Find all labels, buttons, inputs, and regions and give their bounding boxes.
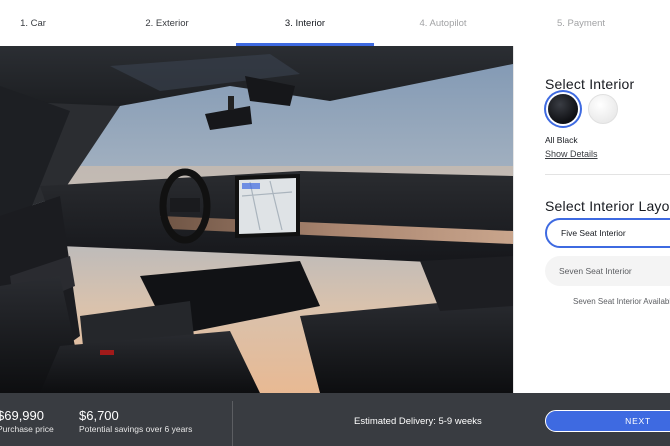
step-payment[interactable]: 5. Payment <box>512 0 650 46</box>
estimated-delivery: Estimated Delivery: 5-9 weeks <box>354 416 482 427</box>
seven-seat-availability-note: Seven Seat Interior Available <box>573 297 670 306</box>
seven-seat-option[interactable]: Seven Seat Interior <box>545 256 670 286</box>
purchase-price: $69,990 <box>0 408 44 423</box>
potential-savings-label: Potential savings over 6 years <box>79 424 193 434</box>
show-details-link[interactable]: Show Details <box>545 149 598 159</box>
step-car[interactable]: 1. Car <box>0 0 102 46</box>
swatch-black-and-white[interactable] <box>588 94 618 124</box>
section-divider <box>545 174 670 175</box>
summary-divider <box>232 401 233 446</box>
summary-bar: $69,990 Purchase price $6,700 Potential … <box>0 393 670 446</box>
checkout-steps: 1. Car 2. Exterior 3. Interior 4. Autopi… <box>0 0 670 46</box>
next-button[interactable]: NEXT <box>545 410 670 432</box>
options-panel: Select Interior All Black Show Details S… <box>513 46 670 393</box>
selected-interior-name: All Black <box>545 135 578 145</box>
interior-heading: Select Interior <box>545 76 635 92</box>
step-autopilot[interactable]: 4. Autopilot <box>374 0 512 46</box>
step-exterior[interactable]: 2. Exterior <box>98 0 236 46</box>
interior-preview-image <box>0 46 513 393</box>
five-seat-option[interactable]: Five Seat Interior <box>545 218 670 248</box>
potential-savings: $6,700 <box>79 408 119 423</box>
purchase-price-label: Purchase price <box>0 424 54 434</box>
step-interior[interactable]: 3. Interior <box>236 0 374 46</box>
swatch-all-black[interactable] <box>548 94 578 124</box>
layout-heading: Select Interior Layout <box>545 198 670 214</box>
